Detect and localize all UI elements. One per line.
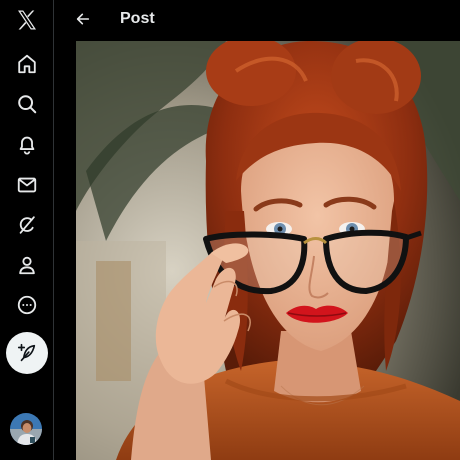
person-icon (19, 256, 35, 275)
feather-plus-icon (17, 343, 36, 362)
bell-icon (19, 136, 35, 155)
nav-profile[interactable] (7, 245, 47, 285)
arrow-left-icon (76, 13, 90, 25)
nav-notifications[interactable] (7, 124, 47, 164)
search-icon (18, 95, 37, 114)
home-icon (18, 54, 36, 74)
account-avatar[interactable] (10, 413, 42, 445)
side-nav (0, 0, 54, 460)
main-column: Post (54, 0, 460, 460)
compose-post-button[interactable] (6, 332, 48, 374)
nav-home[interactable] (7, 44, 47, 84)
nav-messages[interactable] (7, 165, 47, 205)
envelope-icon (17, 177, 37, 193)
post-image[interactable] (76, 41, 460, 460)
post-header: Post (54, 0, 460, 38)
nav-grok[interactable] (7, 205, 47, 245)
grok-icon (19, 216, 35, 234)
x-logo-icon (18, 10, 36, 30)
avatar-image (10, 413, 42, 445)
x-logo-button[interactable] (7, 0, 47, 40)
back-button[interactable] (70, 6, 96, 32)
nav-explore[interactable] (7, 84, 47, 124)
more-circle-icon (17, 295, 37, 315)
portrait-photo (76, 41, 460, 460)
nav-more[interactable] (7, 285, 47, 325)
page-title: Post (120, 10, 155, 27)
